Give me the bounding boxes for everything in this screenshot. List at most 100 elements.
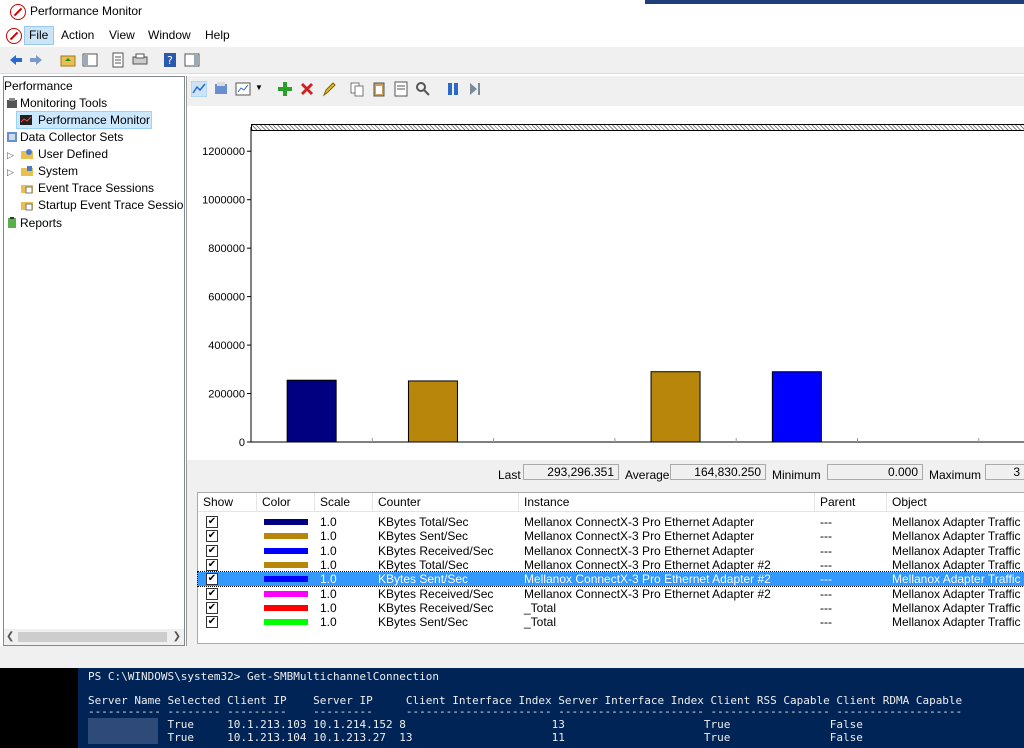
system-menu-icon[interactable] [6,28,22,44]
legend-scale: 1.0 [320,600,337,615]
legend-instance: Mellanox ConnectX-3 Pro Ethernet Adapter… [524,572,771,587]
up-folder-icon[interactable] [60,52,76,68]
scroll-left-icon[interactable]: ❮ [6,631,14,642]
show-checkbox[interactable]: ✔ [206,587,218,600]
main-toolbar: ? [0,47,1024,74]
back-icon[interactable] [8,52,24,68]
ps-prompt: PS C:\WINDOWS\system32> Get-SMBMultichan… [88,670,439,683]
tree-item-data-collector-sets[interactable]: Data Collector Sets [20,130,123,144]
tree-item-user-defined[interactable]: User Defined [38,147,108,161]
properties-icon[interactable] [132,52,148,68]
menu-bar: File Action View Window Help [0,24,1024,46]
legend-row[interactable]: ✔ 1.0 KBytes Received/Sec Mellanox ConnectX… [198,544,1024,558]
graph-type-dropdown-icon[interactable]: ▼ [255,83,263,92]
y-tick-label: 800000 [208,243,245,255]
legend-parent: --- [820,529,832,544]
legend-parent: --- [820,543,832,558]
legend-row[interactable]: ✔ 1.0 KBytes Received/Sec _Total --- Mellanox… [198,601,1024,615]
legend-instance: Mellanox ConnectX-3 Pro Ethernet Adapter… [524,586,771,601]
update-data-icon[interactable] [467,81,483,97]
legend-row[interactable]: ✔ 1.0 KBytes Total/Sec Mellanox ConnectX-3 … [198,515,1024,529]
legend-counter: KBytes Sent/Sec [378,529,469,544]
legend-row[interactable]: ✔ 1.0 KBytes Sent/Sec _Total --- Mellanox Ada… [198,615,1024,629]
freeze-display-icon[interactable] [445,81,461,97]
legend-counter: KBytes Total/Sec [378,515,469,529]
y-tick-label: 400000 [208,340,245,352]
graph-properties-icon[interactable] [393,81,409,97]
view-current-activity-icon[interactable] [191,81,207,97]
legend-row[interactable]: ✔ 1.0 KBytes Received/Sec Mellanox ConnectX… [198,587,1024,601]
scroll-right-icon[interactable]: ❯ [173,631,181,642]
highlight-icon[interactable] [321,81,337,97]
paste-counter-list-icon[interactable] [371,81,387,97]
menu-help[interactable]: Help [205,28,230,42]
legend-counter: KBytes Received/Sec [378,586,494,601]
data-collector-sets-icon [7,132,17,142]
legend-row[interactable]: ✔ 1.0 KBytes Sent/Sec Mellanox ConnectX-3 P… [197,571,1024,588]
zoom-icon[interactable] [415,81,431,97]
user-defined-expander-icon[interactable]: ▷ [7,150,14,161]
tree-horizontal-scrollbar[interactable]: ❮ ❯ [4,629,184,645]
show-checkbox[interactable]: ✔ [206,544,218,557]
tree-item-performance[interactable]: Performance [4,79,73,93]
legend-row[interactable]: ✔ 1.0 KBytes Sent/Sec Mellanox ConnectX-3 P… [198,529,1024,543]
forward-icon[interactable] [28,52,44,68]
legend-scale: 1.0 [320,557,337,572]
tree-item-performance-monitor[interactable]: Performance Monitor [38,113,150,127]
show-checkbox[interactable]: ✔ [206,616,218,629]
show-checkbox[interactable]: ✔ [206,558,218,571]
last-label: Last [498,468,521,482]
window-bottom-edge [0,646,1024,668]
legend-scale: 1.0 [320,515,337,529]
change-graph-type-icon[interactable] [235,81,251,97]
add-counter-icon[interactable] [277,81,293,97]
tree-item-monitoring-tools[interactable]: Monitoring Tools [20,96,107,110]
system-expander-icon[interactable]: ▷ [7,167,14,178]
average-label: Average [625,468,670,482]
show-checkbox[interactable]: ✔ [206,601,218,614]
show-checkbox[interactable]: ✔ [206,530,218,543]
scrollbar-thumb[interactable] [18,632,167,642]
col-instance[interactable]: Instance [518,493,814,511]
legend-scale: 1.0 [320,572,337,587]
menu-window[interactable]: Window [148,28,191,42]
show-hide-tree-icon[interactable] [82,52,98,68]
legend-scale: 1.0 [320,529,337,544]
show-hide-action-pane-icon[interactable] [184,52,200,68]
show-checkbox[interactable]: ✔ [206,516,218,528]
tree-item-reports[interactable]: Reports [20,216,62,230]
export-list-icon[interactable] [110,52,126,68]
reports-icon [8,217,16,228]
delete-counter-icon[interactable] [299,81,315,97]
col-show[interactable]: Show [198,493,255,511]
tree-item-startup-event-trace-sessions[interactable]: Startup Event Trace Sessions [38,198,184,212]
tree-item-event-trace-sessions[interactable]: Event Trace Sessions [38,181,154,195]
col-object[interactable]: Object [886,493,1024,511]
legend-row[interactable]: ✔ 1.0 KBytes Total/Sec Mellanox ConnectX-3 … [198,558,1024,572]
bar [650,371,701,443]
col-counter[interactable]: Counter [372,493,518,511]
view-log-data-icon[interactable] [213,81,229,97]
legend-parent: --- [820,557,832,572]
y-tick-label: 200000 [208,389,245,401]
color-swatch [264,619,308,626]
counter-legend: Show Color Scale Counter Instance Parent… [197,492,1024,644]
navigation-tree: Performance Monitoring Tools Performance… [3,76,185,646]
show-checkbox[interactable]: ✔ [206,573,218,586]
menu-view[interactable]: View [109,28,135,42]
maximum-label: Maximum [929,468,982,482]
col-scale[interactable]: Scale [314,493,368,511]
legend-instance: _Total [524,615,557,630]
menu-file[interactable]: File [29,28,48,42]
col-color[interactable]: Color [256,493,310,511]
menu-action[interactable]: Action [61,28,94,42]
col-parent[interactable]: Parent [814,493,884,511]
legend-counter: KBytes Received/Sec [378,600,494,615]
legend-object: Mellanox Adapter Traffic ... [892,529,1024,544]
copy-properties-icon[interactable] [349,81,365,97]
title-bar: Performance Monitor [0,0,1024,24]
bar [407,380,458,443]
legend-counter: KBytes Received/Sec [378,543,494,558]
help-icon[interactable]: ? [162,52,178,68]
tree-item-system[interactable]: System [38,164,78,178]
